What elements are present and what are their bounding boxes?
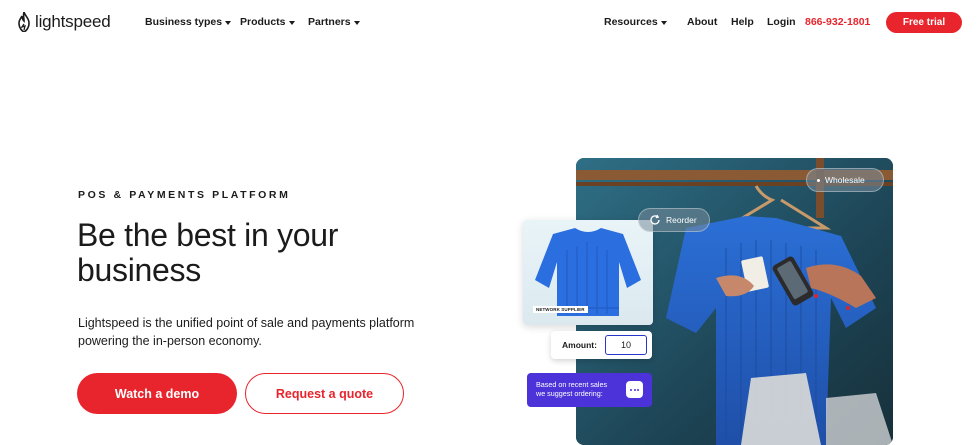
chevron-down-icon	[288, 20, 295, 25]
nav-resources[interactable]: Resources	[604, 16, 667, 28]
hero-eyebrow: POS & PAYMENTS PLATFORM	[78, 189, 291, 201]
nav-partners[interactable]: Partners	[308, 16, 360, 28]
watch-demo-button[interactable]: Watch a demo	[77, 373, 237, 414]
wholesale-label: Wholesale	[825, 175, 865, 185]
nav-business-types[interactable]: Business types	[145, 16, 232, 28]
chevron-down-icon	[353, 20, 360, 25]
refresh-icon	[650, 214, 660, 225]
nav-business-types-label: Business types	[145, 16, 223, 28]
free-trial-button[interactable]: Free trial	[886, 12, 962, 33]
chat-dots-icon[interactable]	[626, 381, 643, 398]
amount-input[interactable]: 10	[605, 335, 647, 355]
network-supplier-tag: NETWORK SUPPLIER	[533, 306, 588, 313]
reorder-label: Reorder	[666, 215, 697, 225]
nav-help[interactable]: Help	[731, 16, 754, 28]
suggestion-card: Based on recent sales we suggest orderin…	[527, 373, 652, 407]
nav-products[interactable]: Products	[240, 16, 295, 28]
nav-phone-link[interactable]: 866-932-1801	[805, 16, 870, 28]
nav-products-label: Products	[240, 16, 286, 28]
wholesale-chip[interactable]: Wholesale	[806, 168, 884, 192]
hero-headline: Be the best in your business	[77, 217, 339, 288]
chevron-down-icon	[660, 20, 667, 25]
amount-card: Amount: 10	[551, 331, 652, 359]
logo-wordmark: lightspeed	[35, 12, 111, 31]
hero-subtext: Lightspeed is the unified point of sale …	[78, 316, 415, 348]
amount-label: Amount:	[562, 340, 597, 350]
flame-icon	[18, 12, 30, 32]
top-navigation: lightspeed Business types Products Partn…	[0, 0, 979, 44]
nav-login[interactable]: Login	[767, 16, 796, 28]
nav-about[interactable]: About	[687, 16, 717, 28]
chevron-down-icon	[225, 20, 232, 25]
reorder-chip[interactable]: Reorder	[638, 208, 710, 232]
request-quote-button[interactable]: Request a quote	[245, 373, 404, 414]
nav-partners-label: Partners	[308, 16, 351, 28]
lightspeed-logo[interactable]: lightspeed	[17, 12, 111, 32]
dot-icon	[817, 178, 820, 182]
nav-resources-label: Resources	[604, 16, 658, 28]
